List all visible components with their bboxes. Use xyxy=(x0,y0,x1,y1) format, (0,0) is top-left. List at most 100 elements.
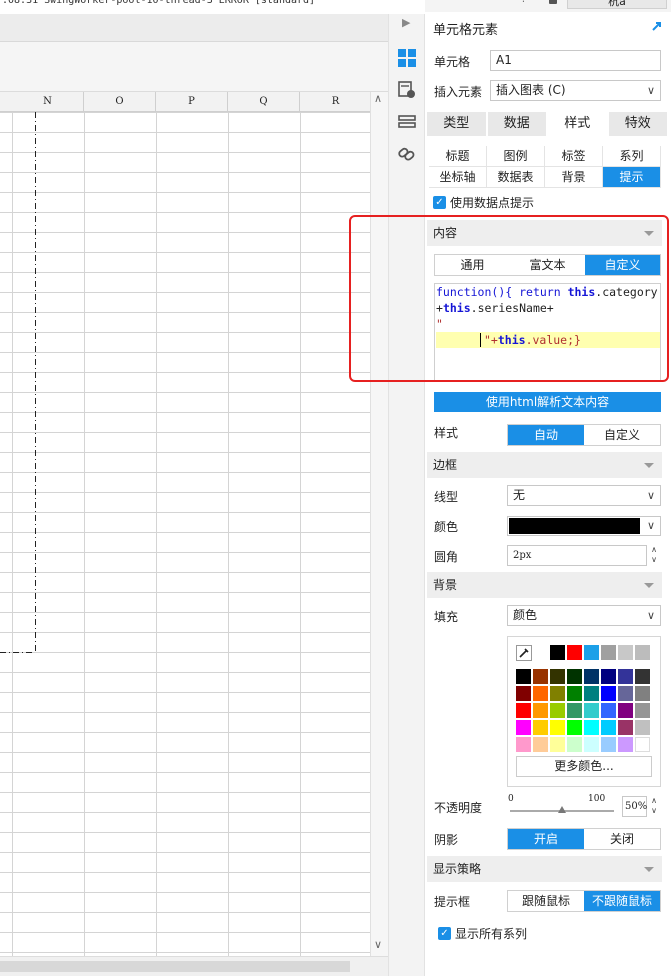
color-swatch[interactable] xyxy=(584,737,599,752)
help-icon[interactable]: ? xyxy=(521,0,526,5)
color-swatch[interactable] xyxy=(533,720,548,735)
tab-type[interactable]: 类型 xyxy=(427,112,488,136)
color-swatch[interactable] xyxy=(601,669,616,684)
border-color-picker[interactable]: ∨ xyxy=(507,516,661,536)
color-swatch[interactable] xyxy=(533,669,548,684)
color-swatch[interactable] xyxy=(635,720,650,735)
color-swatch[interactable] xyxy=(550,669,565,684)
cell-element-icon[interactable] xyxy=(397,48,417,68)
color-swatch[interactable] xyxy=(601,703,616,718)
color-swatch[interactable] xyxy=(567,686,582,701)
subtab-background[interactable]: 背景 xyxy=(545,167,603,188)
scroll-thumb[interactable] xyxy=(0,961,350,972)
slider-thumb[interactable] xyxy=(558,806,566,813)
shadow-off[interactable]: 关闭 xyxy=(584,829,660,849)
cell-input[interactable]: A1 xyxy=(490,50,661,71)
background-section-header[interactable]: 背景 xyxy=(427,572,662,598)
color-swatch[interactable] xyxy=(550,645,565,660)
style-auto[interactable]: 自动 xyxy=(508,425,584,445)
spreadsheet-grid[interactable] xyxy=(0,92,370,956)
color-swatch[interactable] xyxy=(601,645,616,660)
color-swatch[interactable] xyxy=(635,686,650,701)
color-swatch[interactable] xyxy=(618,720,633,735)
color-swatch[interactable] xyxy=(584,686,599,701)
color-swatch[interactable] xyxy=(601,720,616,735)
color-swatch[interactable] xyxy=(601,737,616,752)
opacity-slider[interactable] xyxy=(510,806,614,813)
line-type-select[interactable]: 无 xyxy=(507,485,661,506)
color-swatch[interactable] xyxy=(567,669,582,684)
color-swatch[interactable] xyxy=(516,737,531,752)
tab-data[interactable]: 数据 xyxy=(487,112,548,136)
color-swatch[interactable] xyxy=(567,737,582,752)
column-header[interactable]: Q xyxy=(228,92,300,112)
color-swatch[interactable] xyxy=(516,720,531,735)
border-section-header[interactable]: 边框 xyxy=(427,452,662,478)
column-header[interactable]: P xyxy=(156,92,228,112)
pin-icon[interactable] xyxy=(651,20,663,32)
opacity-stepper[interactable]: ∧ ∨ xyxy=(648,796,660,818)
color-swatch[interactable] xyxy=(533,686,548,701)
color-swatch[interactable] xyxy=(550,703,565,718)
subtab-legend[interactable]: 图例 xyxy=(487,146,545,167)
color-swatch[interactable] xyxy=(516,669,531,684)
color-swatch[interactable] xyxy=(516,703,531,718)
follow-mouse[interactable]: 跟随鼠标 xyxy=(508,891,584,911)
color-swatch[interactable] xyxy=(533,737,548,752)
show-all-series-checkbox[interactable]: ✓ xyxy=(438,927,451,940)
cell-attribute-icon[interactable] xyxy=(397,80,417,100)
color-swatch[interactable] xyxy=(516,686,531,701)
color-swatch[interactable] xyxy=(533,703,548,718)
color-swatch[interactable] xyxy=(567,645,582,660)
radius-input[interactable]: 2px xyxy=(507,545,647,566)
style-custom[interactable]: 自定义 xyxy=(584,425,660,445)
color-swatch[interactable] xyxy=(567,720,582,735)
color-swatch[interactable] xyxy=(584,645,599,660)
subtab-tooltip[interactable]: 提示 xyxy=(603,167,661,188)
color-swatch[interactable] xyxy=(601,686,616,701)
tab-effect[interactable]: 特效 xyxy=(608,112,669,136)
subtab-axis[interactable]: 坐标轴 xyxy=(429,167,487,188)
color-swatch[interactable] xyxy=(567,703,582,718)
color-swatch[interactable] xyxy=(635,737,650,752)
subtab-title[interactable]: 标题 xyxy=(429,146,487,167)
bell-icon[interactable] xyxy=(549,0,557,4)
not-follow-mouse[interactable]: 不跟随鼠标 xyxy=(584,891,660,911)
color-swatch[interactable] xyxy=(635,645,650,660)
color-swatch[interactable] xyxy=(550,686,565,701)
insert-element-select[interactable]: 插入图表 (C) xyxy=(490,80,661,101)
use-tooltip-checkbox[interactable]: ✓ xyxy=(433,196,446,209)
scroll-down-icon[interactable]: ∨ xyxy=(374,938,382,951)
collapse-arrow-icon[interactable]: ▶ xyxy=(402,16,410,29)
color-swatch[interactable] xyxy=(635,669,650,684)
opacity-input[interactable]: 50% xyxy=(622,796,647,817)
subtab-label[interactable]: 标签 xyxy=(545,146,603,167)
fill-select[interactable]: 颜色 xyxy=(507,605,661,626)
color-swatch[interactable] xyxy=(618,737,633,752)
subtab-datasheet[interactable]: 数据表 xyxy=(487,167,545,188)
more-colors-button[interactable]: 更多颜色... xyxy=(516,756,652,777)
color-swatch[interactable] xyxy=(618,686,633,701)
radius-stepper[interactable]: ∧ ∨ xyxy=(648,545,660,567)
color-swatch[interactable] xyxy=(584,703,599,718)
hyperlink-icon[interactable] xyxy=(397,144,417,164)
color-swatch[interactable] xyxy=(635,703,650,718)
user-button[interactable]: 杭a xyxy=(567,0,667,9)
color-swatch[interactable] xyxy=(618,645,633,660)
color-swatch[interactable] xyxy=(618,669,633,684)
shadow-on[interactable]: 开启 xyxy=(508,829,584,849)
tab-style[interactable]: 样式 xyxy=(548,112,609,136)
color-swatch[interactable] xyxy=(550,720,565,735)
column-header[interactable]: N xyxy=(12,92,84,112)
color-swatch[interactable] xyxy=(584,669,599,684)
color-swatch[interactable] xyxy=(584,720,599,735)
column-header[interactable]: O xyxy=(84,92,156,112)
color-swatch[interactable] xyxy=(618,703,633,718)
subtab-series[interactable]: 系列 xyxy=(603,146,661,167)
widget-icon[interactable] xyxy=(397,112,417,132)
horizontal-scrollbar[interactable] xyxy=(0,956,388,976)
eyedropper-icon[interactable] xyxy=(516,645,532,661)
display-section-header[interactable]: 显示策略 xyxy=(427,856,662,882)
column-header[interactable]: R xyxy=(300,92,372,112)
color-swatch[interactable] xyxy=(550,737,565,752)
